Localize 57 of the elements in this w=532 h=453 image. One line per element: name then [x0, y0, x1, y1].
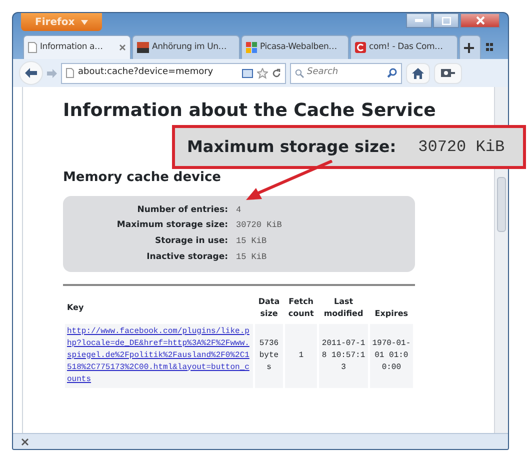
forward-arrow-icon [47, 68, 57, 78]
home-button[interactable] [406, 62, 430, 84]
column-header: Expires [374, 308, 410, 320]
page-icon [66, 68, 74, 78]
browser-tab[interactable]: Picasa-Webalben… [241, 35, 349, 59]
browser-tab[interactable]: Anhörung im Un… [132, 35, 240, 59]
column-header: Data size [257, 296, 281, 320]
section-heading: Memory cache device [63, 169, 222, 187]
reload-icon[interactable] [272, 68, 281, 78]
star-icon[interactable] [257, 68, 268, 78]
search-icon[interactable] [387, 68, 397, 78]
page-icon [28, 42, 37, 53]
maximize-icon [442, 16, 450, 24]
search-icon [295, 68, 304, 78]
cache-entry-link[interactable]: http://www.facebook.com/plugins/like.php?locale=de_DE&href=http%3A%2F%2Fwww.spiegel.de%2Fpolitik%2Fausland%2F0%2C1518%2C775173%2C00.html&layout=button_counts [67, 326, 251, 386]
stat-label: Inactive storage: [146, 250, 228, 264]
table-cell: 2011-07-18 10:57:13 [319, 324, 368, 388]
maximize-button[interactable] [433, 13, 459, 28]
letter-icon [355, 42, 366, 53]
callout-label: Maximum storage size: [187, 136, 396, 158]
book-icon[interactable] [242, 68, 253, 78]
caret-icon [80, 20, 88, 24]
close-icon[interactable] [21, 438, 29, 446]
address-field[interactable]: about:cache?device=memory [61, 62, 286, 84]
column-header: Last modified [322, 296, 364, 320]
tab-close-icon[interactable] [119, 44, 126, 51]
close-icon [476, 16, 484, 25]
stat-value: 30720 KiB [236, 219, 283, 232]
plus-icon [464, 42, 474, 52]
close-button[interactable] [460, 13, 500, 28]
new-tab-button[interactable] [459, 35, 481, 59]
addon-button[interactable] [434, 62, 462, 84]
browser-tab[interactable]: Information a… [23, 35, 131, 59]
back-button[interactable] [19, 61, 43, 85]
search-box[interactable]: Search [290, 62, 402, 84]
column-header: Fetch count [287, 296, 315, 320]
stat-value: 15 KiB [236, 250, 268, 264]
stat-label: Maximum storage size: [116, 219, 228, 232]
stat-value: 15 KiB [236, 235, 268, 248]
table-cell: 1 [284, 324, 318, 388]
minimize-button[interactable] [406, 13, 432, 28]
stat-value: 4 [236, 204, 242, 216]
tab-list-icon[interactable] [486, 43, 493, 51]
column-header: Key [66, 302, 85, 314]
table-cell: 5736 bytes [255, 324, 283, 388]
table-cell: 1970-01-01 01:00:00 [370, 324, 413, 388]
thumbnail-icon [137, 42, 149, 53]
stat-label: Storage in use: [154, 235, 228, 248]
callout-value: 30720 KiB [418, 137, 505, 158]
browser-tab[interactable]: com! - Das Com… [350, 35, 458, 59]
minimize-icon [415, 19, 423, 22]
home-icon [412, 68, 424, 78]
stat-label: Number of entries: [136, 204, 228, 216]
squares-icon [246, 42, 257, 53]
plug-icon [441, 68, 455, 78]
page-title: Information about the Cache Service [63, 99, 437, 123]
back-arrow-icon [25, 68, 37, 78]
